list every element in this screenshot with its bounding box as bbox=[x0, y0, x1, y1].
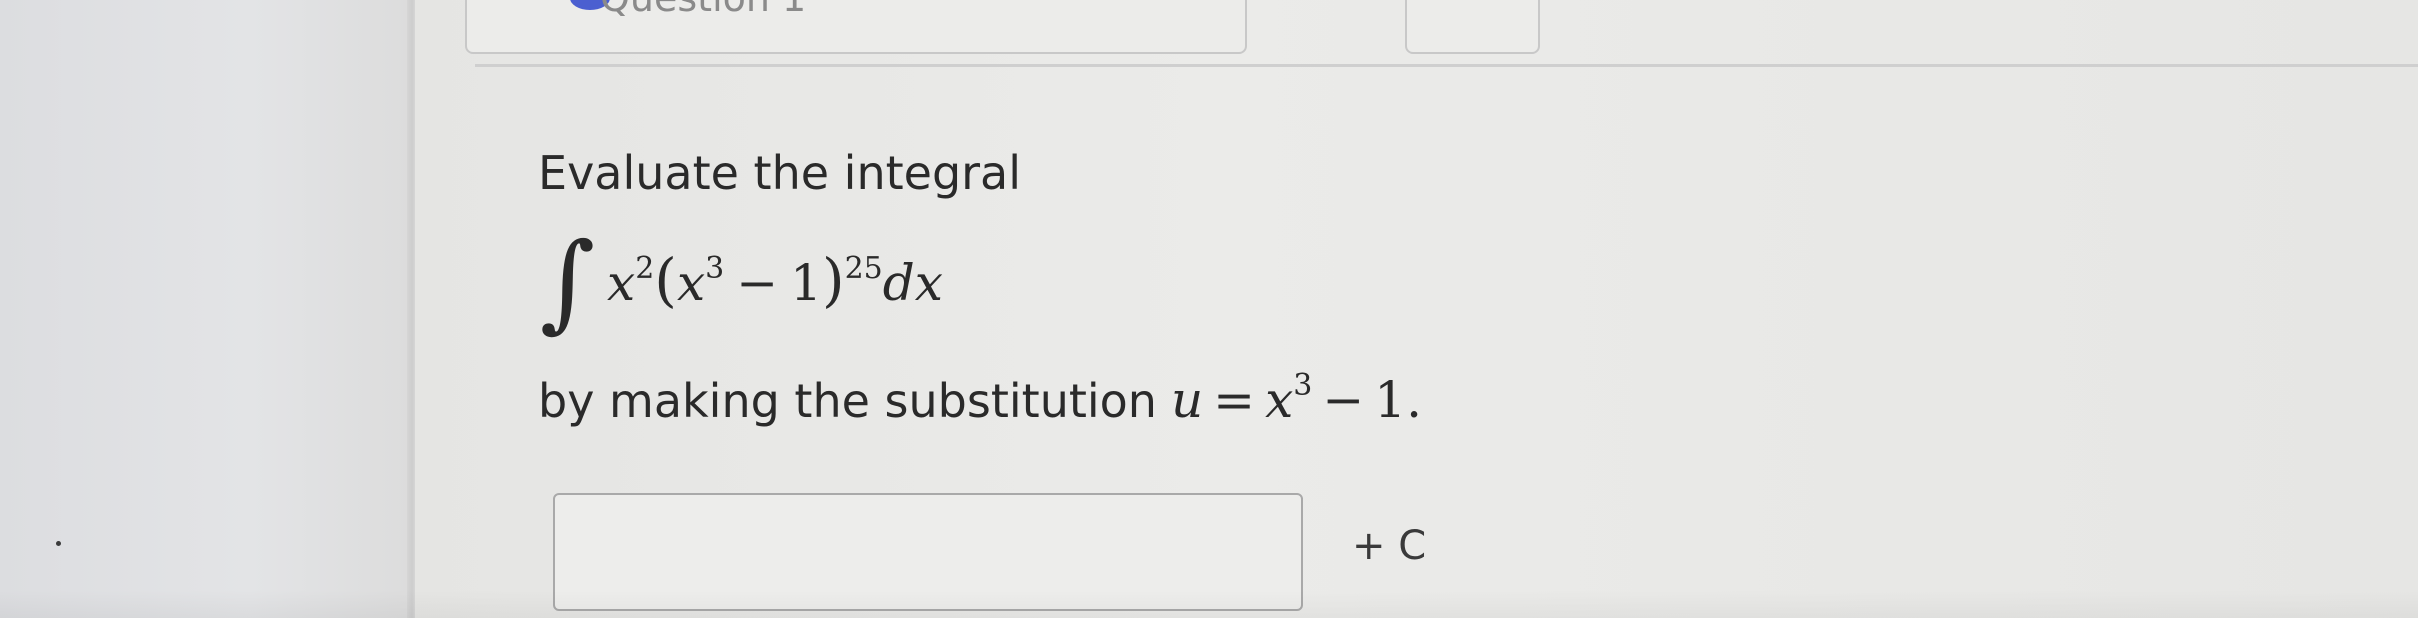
integrand-exponent-2: 2 bbox=[635, 251, 655, 286]
integrand-expression: x2(x3−1)25dx bbox=[607, 250, 943, 321]
sub-equals: = bbox=[1213, 371, 1256, 429]
prompt-text: Evaluate the integral bbox=[538, 146, 1022, 200]
sub-base-x: x bbox=[1265, 371, 1294, 429]
substitution-expression: u = x3−1. bbox=[1170, 368, 1422, 429]
inner-base-x: x bbox=[676, 254, 706, 312]
constant-one: 1 bbox=[790, 254, 822, 312]
inner-exponent-3: 3 bbox=[705, 251, 725, 286]
close-paren: ) bbox=[821, 246, 845, 314]
sub-var-u: u bbox=[1170, 371, 1204, 429]
open-paren: ( bbox=[654, 246, 677, 314]
constant-of-integration-label: + C bbox=[1352, 523, 1427, 569]
sub-minus: − bbox=[1322, 371, 1365, 429]
integral-sign: ∫ bbox=[540, 220, 596, 343]
header-divider bbox=[475, 64, 2418, 67]
sub-period: . bbox=[1406, 371, 1422, 429]
question-tab-label: Question 1 bbox=[600, 0, 806, 18]
integrand-base-x: x bbox=[607, 254, 636, 312]
sub-one: 1 bbox=[1374, 371, 1407, 429]
bullet-dot bbox=[56, 541, 61, 546]
substitution-text: by making the substitution bbox=[538, 374, 1157, 428]
outer-exponent-25: 25 bbox=[844, 251, 883, 286]
minus-sign: − bbox=[736, 254, 779, 312]
left-gutter bbox=[0, 0, 415, 618]
sub-exponent-3: 3 bbox=[1293, 368, 1313, 403]
next-tab[interactable] bbox=[1405, 0, 1540, 54]
bottom-shadow bbox=[0, 590, 2418, 618]
substitution-line: by making the substitution u = x3−1. bbox=[538, 368, 1422, 442]
differential-dx: dx bbox=[882, 254, 943, 312]
